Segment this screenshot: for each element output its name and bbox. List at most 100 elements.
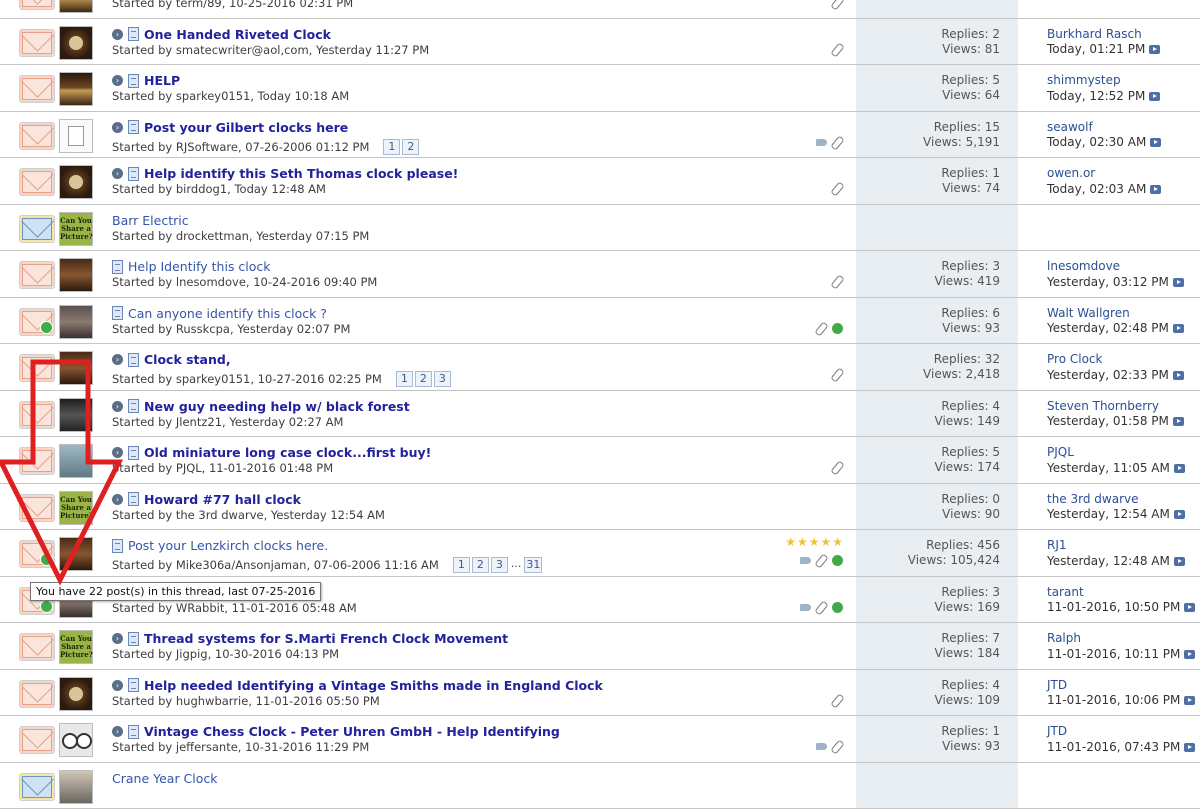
last-post-user-link[interactable]: the 3rd dwarve xyxy=(1047,492,1185,508)
thread-thumbnail[interactable] xyxy=(59,72,93,106)
thread-title-link[interactable]: Thread systems for S.Marti French Clock … xyxy=(144,631,508,646)
thread-thumbnail[interactable]: Can YouShare aPicture? xyxy=(59,630,93,664)
thread-row[interactable]: › Help identify this Seth Thomas clock pl… xyxy=(0,158,1200,205)
thread-thumbnail[interactable] xyxy=(59,770,93,804)
last-post-user-link[interactable]: RJ1 xyxy=(1047,538,1185,554)
go-to-first-unread-icon[interactable]: › xyxy=(112,29,123,40)
thread-title-link[interactable]: Crane Year Clock xyxy=(112,771,218,786)
go-to-last-post-icon[interactable] xyxy=(1173,324,1184,333)
last-post-user-link[interactable]: Pro Clock xyxy=(1047,352,1184,368)
go-to-first-unread-icon[interactable]: › xyxy=(112,680,123,691)
thread-row[interactable]: › Help needed Identifying a Vintage Smith… xyxy=(0,670,1200,717)
page-link[interactable]: 1 xyxy=(396,371,413,387)
last-post-user-link[interactable]: JTD xyxy=(1047,724,1195,740)
thread-thumbnail[interactable] xyxy=(59,351,93,385)
thread-thumbnail[interactable] xyxy=(59,677,93,711)
thread-thumbnail[interactable] xyxy=(59,723,93,757)
thread-title-link[interactable]: Barr Electric xyxy=(112,213,189,228)
thread-title-link[interactable]: Vintage Chess Clock - Peter Uhren GmbH -… xyxy=(144,724,560,739)
thread-thumbnail[interactable] xyxy=(59,537,93,571)
last-post-user-link[interactable]: PJQL xyxy=(1047,445,1185,461)
thread-title-link[interactable]: Clock stand, xyxy=(144,352,231,367)
thread-title-link[interactable]: Help identify this Seth Thomas clock ple… xyxy=(144,166,458,181)
go-to-last-post-icon[interactable] xyxy=(1174,557,1185,566)
page-link[interactable]: 3 xyxy=(491,557,508,573)
go-to-first-unread-icon[interactable]: › xyxy=(112,354,123,365)
last-post-user-link[interactable]: seawolf xyxy=(1047,120,1161,136)
thread-thumbnail[interactable] xyxy=(59,258,93,292)
last-post-user-link[interactable]: tarant xyxy=(1047,585,1195,601)
thread-title-link[interactable]: Post your Lenzkirch clocks here. xyxy=(128,538,328,553)
thread-row[interactable]: Help Identify this clockStarted by lneso… xyxy=(0,251,1200,298)
go-to-last-post-icon[interactable] xyxy=(1184,603,1195,612)
thread-row[interactable]: ›Clock stand,Started by sparkey0151, 10-… xyxy=(0,344,1200,391)
thread-title-link[interactable]: Post your Gilbert clocks here xyxy=(144,120,348,135)
go-to-last-post-icon[interactable] xyxy=(1150,138,1161,147)
thread-row[interactable]: Can YouShare aPicture? › Thread systems fo… xyxy=(0,623,1200,670)
last-post-user-link[interactable]: Steven Thornberry xyxy=(1047,399,1184,415)
page-link[interactable]: 1 xyxy=(383,139,400,155)
thread-title-link[interactable]: New guy needing help w/ black forest xyxy=(144,399,410,414)
page-link[interactable]: 2 xyxy=(415,371,432,387)
go-to-first-unread-icon[interactable]: › xyxy=(112,726,123,737)
last-post-user-link[interactable]: Ralph xyxy=(1047,631,1195,647)
thread-thumbnail[interactable] xyxy=(59,119,93,153)
go-to-first-unread-icon[interactable]: › xyxy=(112,447,123,458)
thread-thumbnail[interactable] xyxy=(59,165,93,199)
last-post-user-link[interactable]: JTD xyxy=(1047,678,1195,694)
thread-title-link[interactable]: Help needed Identifying a Vintage Smiths… xyxy=(144,678,603,693)
last-post-user-link[interactable]: lnesomdove xyxy=(1047,259,1184,275)
go-to-first-unread-icon[interactable]: › xyxy=(112,75,123,86)
thread-row[interactable]: Can anyone identify this clock ?Started … xyxy=(0,298,1200,345)
page-link[interactable]: 1 xyxy=(453,557,470,573)
thread-thumbnail[interactable] xyxy=(59,26,93,60)
go-to-last-post-icon[interactable] xyxy=(1184,650,1195,659)
last-post-user-link[interactable]: Walt Wallgren xyxy=(1047,306,1184,322)
go-to-last-post-icon[interactable] xyxy=(1174,510,1185,519)
last-post-user-link[interactable]: Burkhard Rasch xyxy=(1047,27,1160,43)
thread-title-link[interactable]: Old miniature long case clock...first bu… xyxy=(144,445,431,460)
go-to-last-post-icon[interactable] xyxy=(1173,278,1184,287)
thread-thumbnail[interactable]: Can YouShare aPicture? xyxy=(59,212,93,246)
go-to-last-post-icon[interactable] xyxy=(1184,743,1195,752)
go-to-first-unread-icon[interactable]: › xyxy=(112,633,123,644)
thread-row[interactable]: ›New guy needing help w/ black forestSta… xyxy=(0,391,1200,438)
thread-row[interactable]: › Vintage Chess Clock - Peter Uhren GmbH … xyxy=(0,716,1200,763)
thread-thumbnail[interactable]: Can YouShare aPicture? xyxy=(59,491,93,525)
go-to-first-unread-icon[interactable]: › xyxy=(112,122,123,133)
thread-row[interactable]: ›HELPStarted by sparkey0151, Today 10:18… xyxy=(0,65,1200,112)
go-to-last-post-icon[interactable] xyxy=(1149,45,1160,54)
thread-title-link[interactable]: Can anyone identify this clock ? xyxy=(128,306,327,321)
go-to-first-unread-icon[interactable]: › xyxy=(112,401,123,412)
go-to-first-unread-icon[interactable]: › xyxy=(112,168,123,179)
thread-thumbnail[interactable] xyxy=(59,398,93,432)
thread-thumbnail[interactable] xyxy=(59,444,93,478)
go-to-last-post-icon[interactable] xyxy=(1149,92,1160,101)
thread-title-link[interactable]: HELP xyxy=(144,73,180,88)
page-link[interactable]: 2 xyxy=(472,557,489,573)
last-post-user-link[interactable]: owen.or xyxy=(1047,166,1161,182)
thread-row[interactable]: Can YouShare aPicture?Barr ElectricStart… xyxy=(0,205,1200,252)
thread-thumbnail[interactable] xyxy=(59,305,93,339)
thread-title-link[interactable]: One Handed Riveted Clock xyxy=(144,27,331,42)
thread-thumbnail[interactable] xyxy=(59,0,93,13)
thread-row[interactable]: Post your Lenzkirch clocks here.Started … xyxy=(0,530,1200,577)
thread-title-link[interactable]: Howard #77 hall clock xyxy=(144,492,301,507)
thread-title-link[interactable]: Help Identify this clock xyxy=(128,259,271,274)
thread-row[interactable]: Crane Year Clock xyxy=(0,763,1200,809)
go-to-first-unread-icon[interactable]: › xyxy=(112,494,123,505)
thread-row[interactable]: › Old miniature long case clock...first b… xyxy=(0,437,1200,484)
thread-row[interactable]: ›One Handed Riveted ClockStarted by smat… xyxy=(0,19,1200,66)
go-to-last-post-icon[interactable] xyxy=(1173,371,1184,380)
page-link[interactable]: 31 xyxy=(524,557,542,573)
last-post-user-link[interactable]: shimmystep xyxy=(1047,73,1160,89)
page-link[interactable]: 3 xyxy=(434,371,451,387)
thread-row[interactable]: Can YouShare aPicture? › Howard #77 hall c… xyxy=(0,484,1200,531)
go-to-last-post-icon[interactable] xyxy=(1174,464,1185,473)
go-to-last-post-icon[interactable] xyxy=(1184,696,1195,705)
page-link[interactable]: 2 xyxy=(402,139,419,155)
thread-row[interactable]: ›Started by term/89, 10-25-2016 02:31 PM… xyxy=(0,0,1200,19)
thread-row[interactable]: ›Post your Gilbert clocks hereStarted by… xyxy=(0,112,1200,159)
go-to-last-post-icon[interactable] xyxy=(1150,185,1161,194)
go-to-last-post-icon[interactable] xyxy=(1173,417,1184,426)
